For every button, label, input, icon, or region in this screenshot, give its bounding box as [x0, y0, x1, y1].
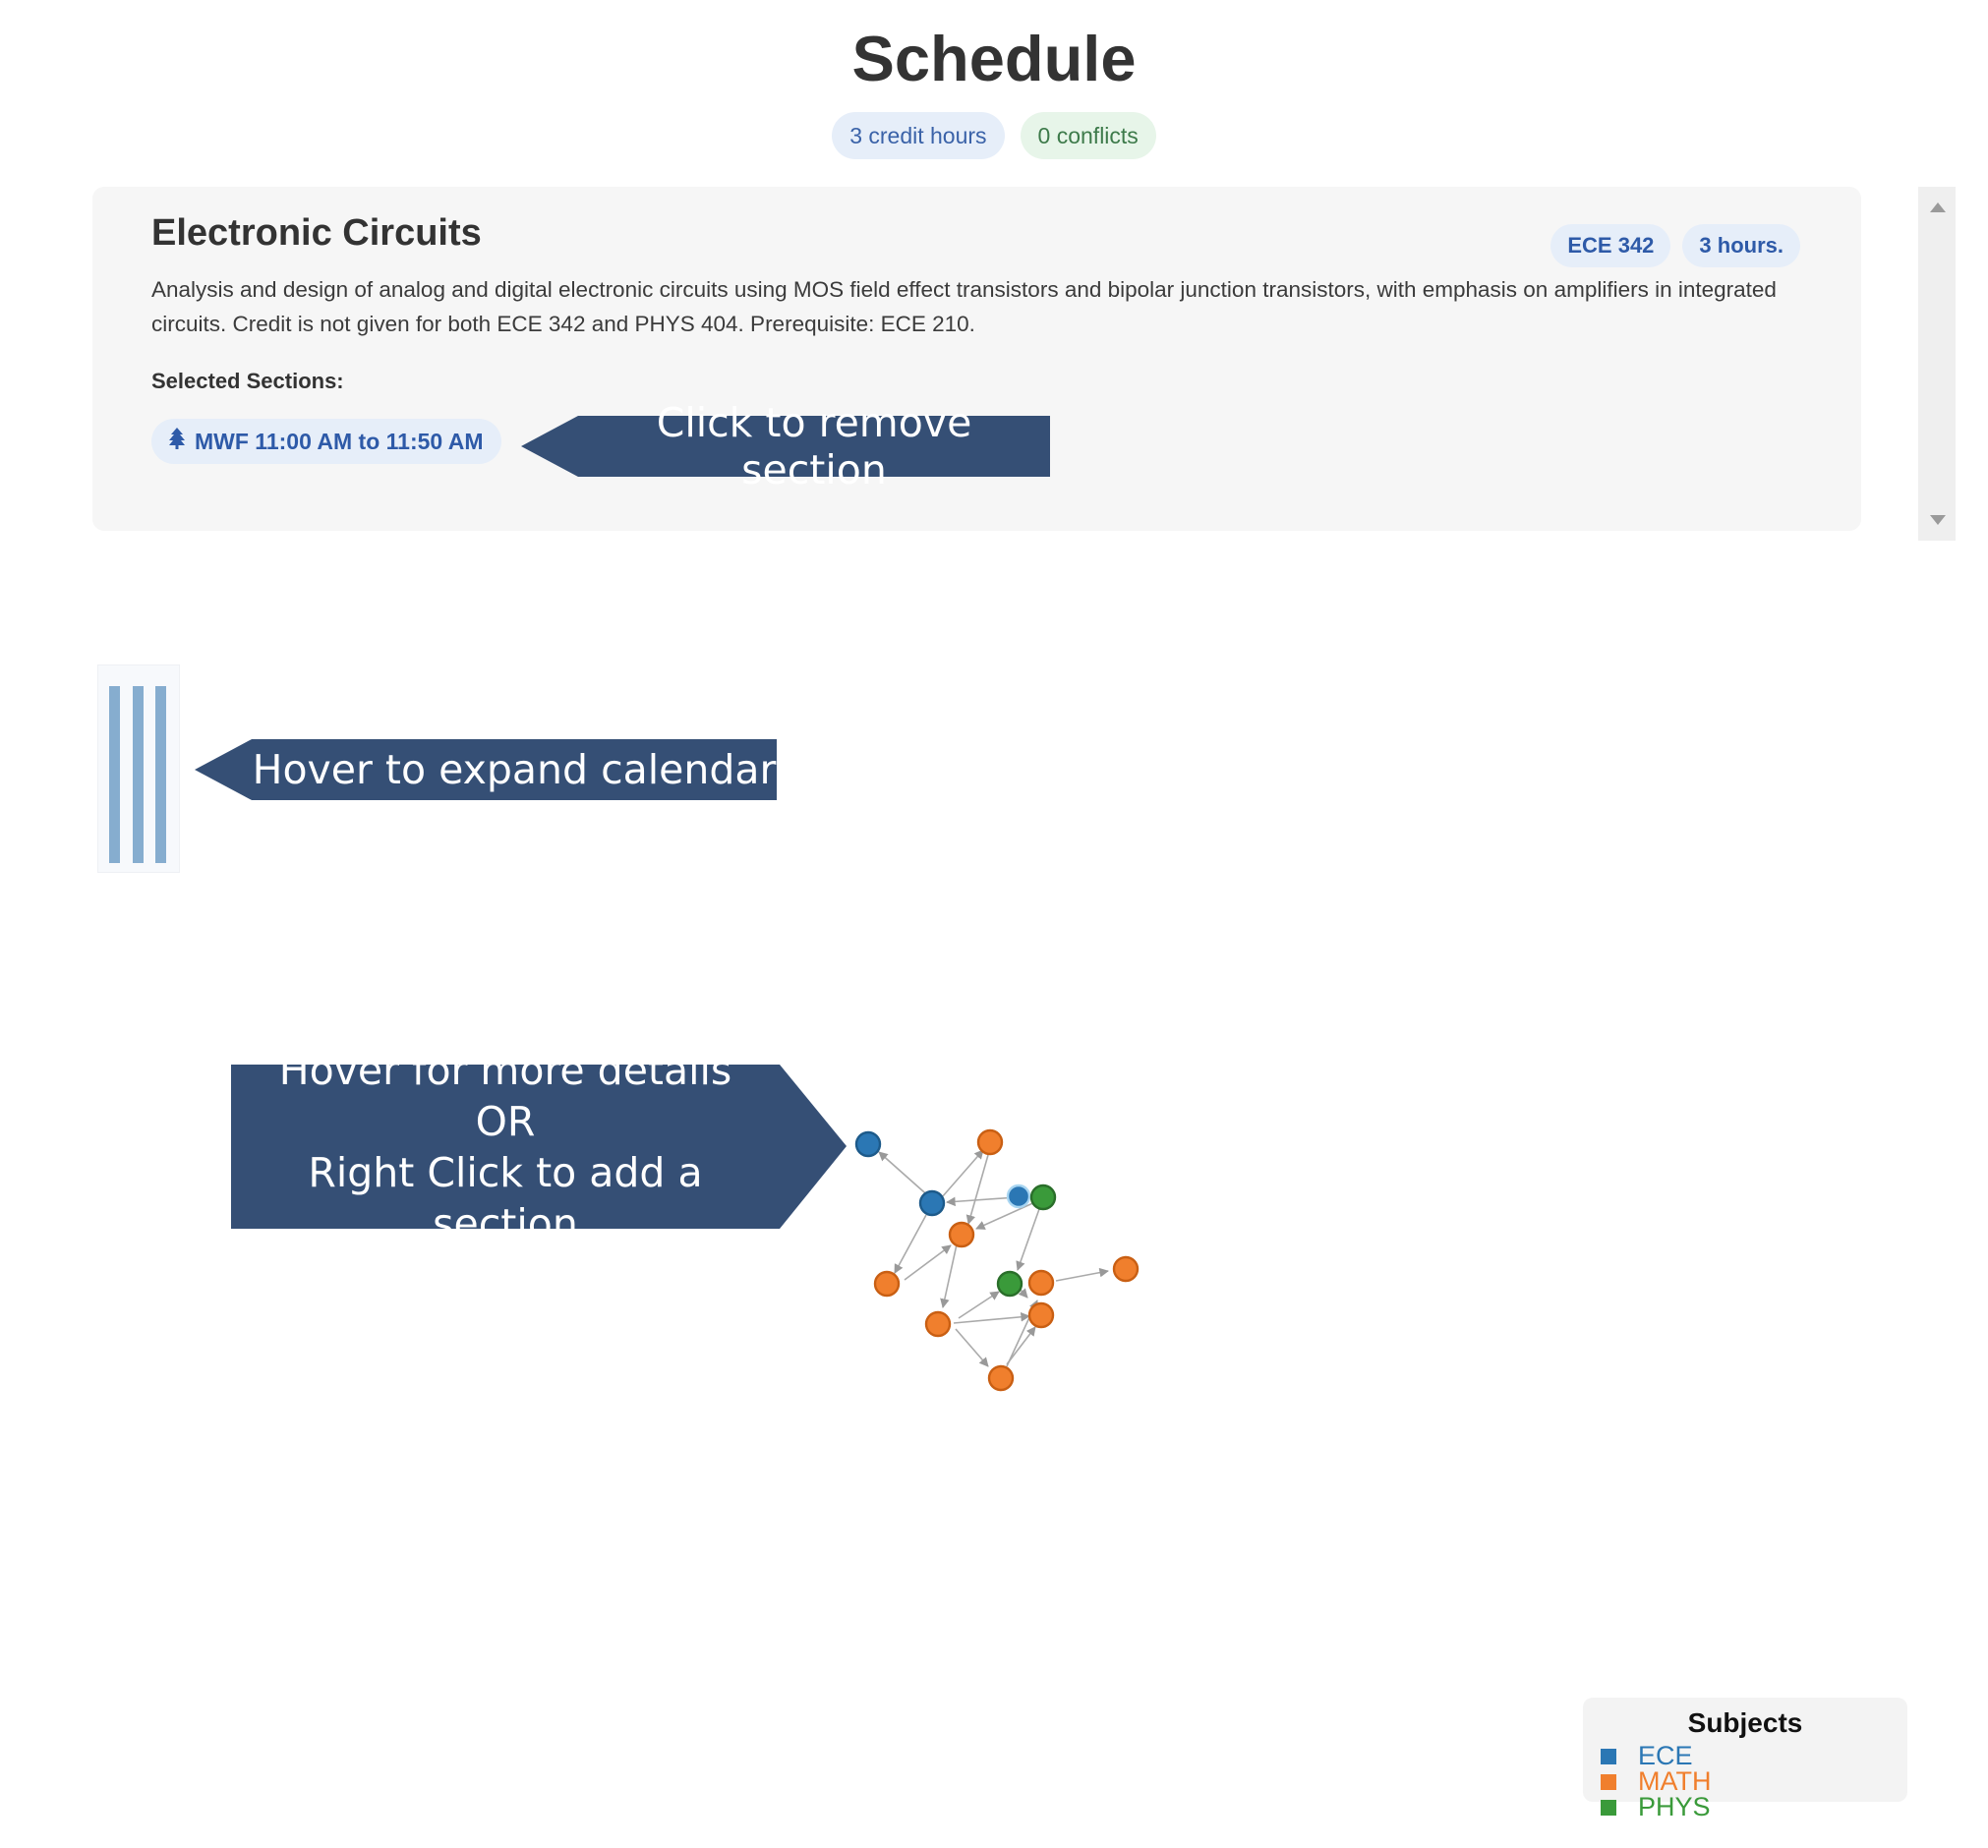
graph-node-math[interactable]	[1027, 1301, 1055, 1329]
legend-swatch	[1601, 1773, 1616, 1790]
graph-node-math[interactable]	[987, 1364, 1015, 1392]
graph-node-math[interactable]	[948, 1221, 975, 1248]
graph-node-ece[interactable]	[918, 1189, 946, 1217]
legend-item-phys-row: PHYS	[1601, 1792, 1711, 1822]
legend-swatch	[1601, 1748, 1616, 1764]
graph-node-ece-selected[interactable]	[1006, 1184, 1031, 1209]
legend-label: PHYS	[1638, 1792, 1711, 1821]
graph-node-math[interactable]	[873, 1270, 901, 1298]
graph-node-math[interactable]	[1027, 1269, 1055, 1297]
prerequisite-graph[interactable]	[0, 0, 1988, 1848]
legend-title: Subjects	[1687, 1707, 1803, 1738]
graph-node-math[interactable]	[976, 1128, 1004, 1156]
subjects-legend: Subjects ECE MATH	[1583, 1698, 1907, 1802]
graph-node-ece[interactable]	[854, 1130, 882, 1158]
graph-edges	[878, 1149, 1109, 1367]
legend-swatch	[1601, 1799, 1616, 1816]
graph-node-math[interactable]	[1112, 1255, 1140, 1283]
graph-node-math[interactable]	[924, 1310, 952, 1338]
graph-node-phys[interactable]	[1029, 1184, 1057, 1211]
graph-node-phys[interactable]	[996, 1270, 1023, 1298]
